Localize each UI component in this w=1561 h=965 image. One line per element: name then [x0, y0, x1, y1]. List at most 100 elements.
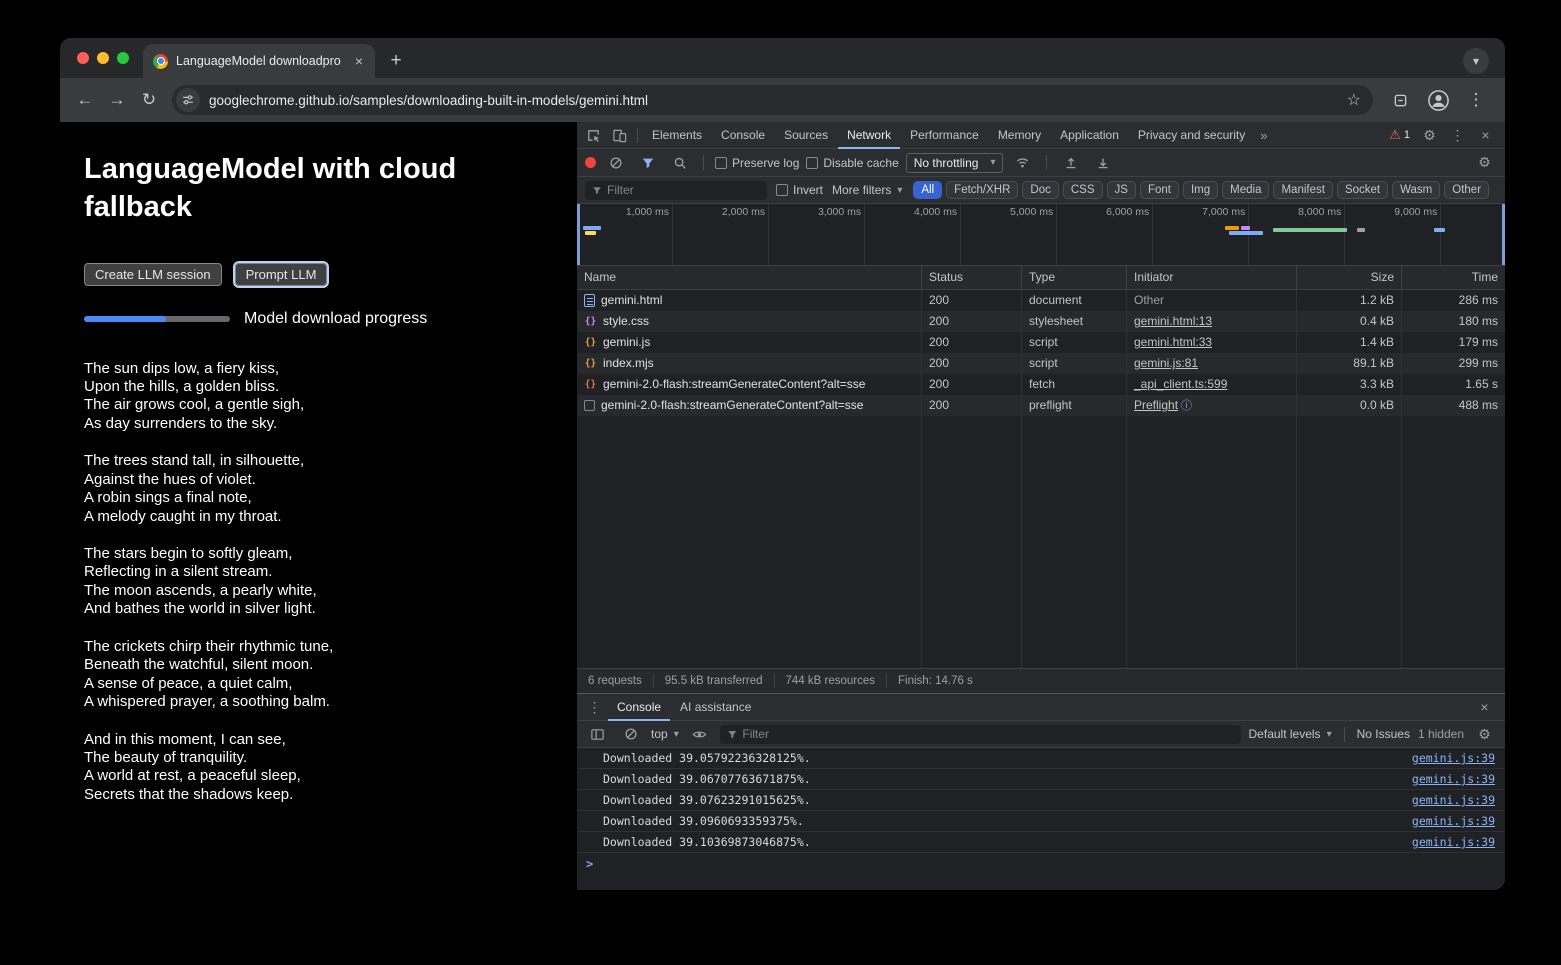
tab-close-icon[interactable]: × — [351, 53, 367, 69]
record-network-log-icon[interactable] — [585, 157, 596, 168]
timeline-selection-handle[interactable] — [577, 204, 580, 265]
inspect-element-icon[interactable] — [581, 123, 606, 147]
transferred-size: 95.5 kB transferred — [654, 674, 775, 688]
tab-network[interactable]: Network — [838, 122, 900, 149]
column-header-time[interactable]: Time — [1402, 266, 1505, 290]
tab-console[interactable]: Console — [712, 122, 774, 149]
network-filter-input-box[interactable] — [585, 181, 767, 200]
filter-chip-all[interactable]: All — [913, 181, 942, 199]
issues-counter[interactable]: No Issues — [1357, 727, 1410, 741]
source-link[interactable]: gemini.js:39 — [1412, 835, 1495, 849]
device-toolbar-icon[interactable] — [607, 123, 632, 147]
network-conditions-icon[interactable] — [1010, 151, 1035, 175]
initiator-link[interactable]: _api_client.ts:599 — [1134, 377, 1227, 391]
devtools-settings-gear-icon[interactable]: ⚙ — [1417, 123, 1442, 147]
drawer-menu-kebab-icon[interactable]: ⋮ — [582, 695, 607, 719]
new-tab-button[interactable]: + — [383, 48, 409, 74]
search-icon[interactable] — [667, 151, 692, 175]
disable-cache-checkbox[interactable]: Disable cache — [806, 156, 898, 170]
url-input[interactable] — [209, 93, 1338, 108]
network-settings-gear-icon[interactable]: ⚙ — [1472, 151, 1497, 175]
filter-chip-css[interactable]: CSS — [1063, 181, 1103, 199]
error-badge[interactable]: ⚠ 1 — [1385, 127, 1414, 143]
clear-console-icon[interactable] — [618, 722, 643, 746]
reload-button[interactable]: ↻ — [134, 85, 164, 115]
tab-application[interactable]: Application — [1051, 122, 1128, 149]
import-har-icon[interactable] — [1058, 151, 1083, 175]
console-sidebar-icon[interactable] — [585, 722, 610, 746]
network-filter-input[interactable] — [607, 183, 760, 197]
preserve-log-checkbox[interactable]: Preserve log — [715, 156, 799, 170]
column-header-initiator[interactable]: Initiator — [1127, 266, 1297, 290]
initiator-link[interactable]: gemini.js:81 — [1134, 356, 1198, 370]
zoom-window-button[interactable] — [117, 52, 129, 64]
omnibox[interactable]: ☆ — [172, 85, 1373, 115]
initiator-link[interactable]: gemini.html:13 — [1134, 314, 1212, 328]
filter-chip-doc[interactable]: Doc — [1022, 181, 1058, 199]
filter-funnel-icon[interactable] — [635, 151, 660, 175]
tab-memory[interactable]: Memory — [989, 122, 1050, 149]
browser-menu-kebab-icon[interactable]: ⋮ — [1461, 85, 1491, 115]
more-filters-button[interactable]: More filters ▾ — [832, 183, 902, 197]
filter-chip-fetch-xhr[interactable]: Fetch/XHR — [946, 181, 1018, 199]
filter-chip-wasm[interactable]: Wasm — [1392, 181, 1440, 199]
tab-privacy-security[interactable]: Privacy and security — [1129, 122, 1254, 149]
bookmark-star-icon[interactable]: ☆ — [1347, 90, 1361, 110]
throttling-select[interactable]: No throttling ▾ — [906, 153, 1004, 173]
filter-chip-socket[interactable]: Socket — [1337, 181, 1388, 199]
drawer-tab-console[interactable]: Console — [608, 694, 670, 721]
filter-chip-media[interactable]: Media — [1222, 181, 1269, 199]
console-prompt[interactable]: > — [577, 853, 1505, 874]
clear-network-log-icon[interactable] — [603, 151, 628, 175]
column-header-status[interactable]: Status — [922, 266, 1022, 290]
filter-chip-js[interactable]: JS — [1107, 181, 1136, 199]
browser-tab[interactable]: LanguageModel downloadpro × — [143, 44, 375, 78]
initiator-link[interactable]: Preflight — [1134, 398, 1178, 412]
column-header-size[interactable]: Size — [1297, 266, 1402, 290]
close-window-button[interactable] — [77, 52, 89, 64]
filter-chip-other[interactable]: Other — [1444, 181, 1489, 199]
log-levels-select[interactable]: Default levels ▾ — [1249, 727, 1332, 741]
checkbox-icon[interactable] — [776, 184, 788, 196]
filter-chip-font[interactable]: Font — [1140, 181, 1179, 199]
source-link[interactable]: gemini.js:39 — [1412, 814, 1495, 828]
minimize-window-button[interactable] — [97, 52, 109, 64]
drawer-tab-ai-assistance[interactable]: AI assistance — [671, 694, 760, 721]
console-filter-input[interactable] — [742, 727, 1233, 741]
column-header-name[interactable]: Name — [577, 266, 922, 290]
live-expression-eye-icon[interactable] — [687, 722, 712, 746]
network-overview-timeline[interactable]: 1,000 ms 2,000 ms 3,000 ms 4,000 ms 5,00… — [577, 204, 1505, 266]
tab-elements[interactable]: Elements — [643, 122, 711, 149]
profile-avatar[interactable] — [1423, 85, 1453, 115]
hidden-messages-count[interactable]: 1 hidden — [1418, 727, 1464, 741]
poem-stanza: The trees stand tall, in silhouette, Aga… — [84, 452, 553, 526]
prompt-llm-button[interactable]: Prompt LLM — [235, 263, 328, 286]
source-link[interactable]: gemini.js:39 — [1412, 793, 1495, 807]
source-link[interactable]: gemini.js:39 — [1412, 772, 1495, 786]
filter-chip-manifest[interactable]: Manifest — [1273, 181, 1332, 199]
export-har-icon[interactable] — [1090, 151, 1115, 175]
initiator-link[interactable]: gemini.html:33 — [1134, 335, 1212, 349]
filter-chip-img[interactable]: Img — [1183, 181, 1218, 199]
more-tabs-icon[interactable]: » — [1255, 128, 1272, 143]
column-header-type[interactable]: Type — [1022, 266, 1127, 290]
console-filter-input-box[interactable] — [720, 725, 1241, 744]
site-info-icon[interactable] — [176, 88, 200, 112]
console-settings-gear-icon[interactable]: ⚙ — [1472, 722, 1497, 746]
checkbox-icon[interactable] — [715, 157, 727, 169]
devtools-close-icon[interactable]: × — [1473, 123, 1498, 147]
source-link[interactable]: gemini.js:39 — [1412, 751, 1495, 765]
forward-button[interactable]: → — [102, 85, 132, 115]
invert-checkbox[interactable]: Invert — [776, 183, 823, 197]
devtools-menu-kebab-icon[interactable]: ⋮ — [1445, 123, 1470, 147]
tab-sources[interactable]: Sources — [775, 122, 837, 149]
tab-search-button[interactable]: ▾ — [1463, 48, 1489, 74]
back-button[interactable]: ← — [70, 85, 100, 115]
create-llm-session-button[interactable]: Create LLM session — [84, 263, 222, 286]
tab-performance[interactable]: Performance — [901, 122, 988, 149]
extensions-icon[interactable] — [1385, 85, 1415, 115]
checkbox-icon[interactable] — [806, 157, 818, 169]
drawer-close-icon[interactable]: × — [1472, 695, 1497, 719]
context-selector[interactable]: top ▾ — [651, 727, 679, 741]
timeline-selection-handle[interactable] — [1502, 204, 1505, 265]
